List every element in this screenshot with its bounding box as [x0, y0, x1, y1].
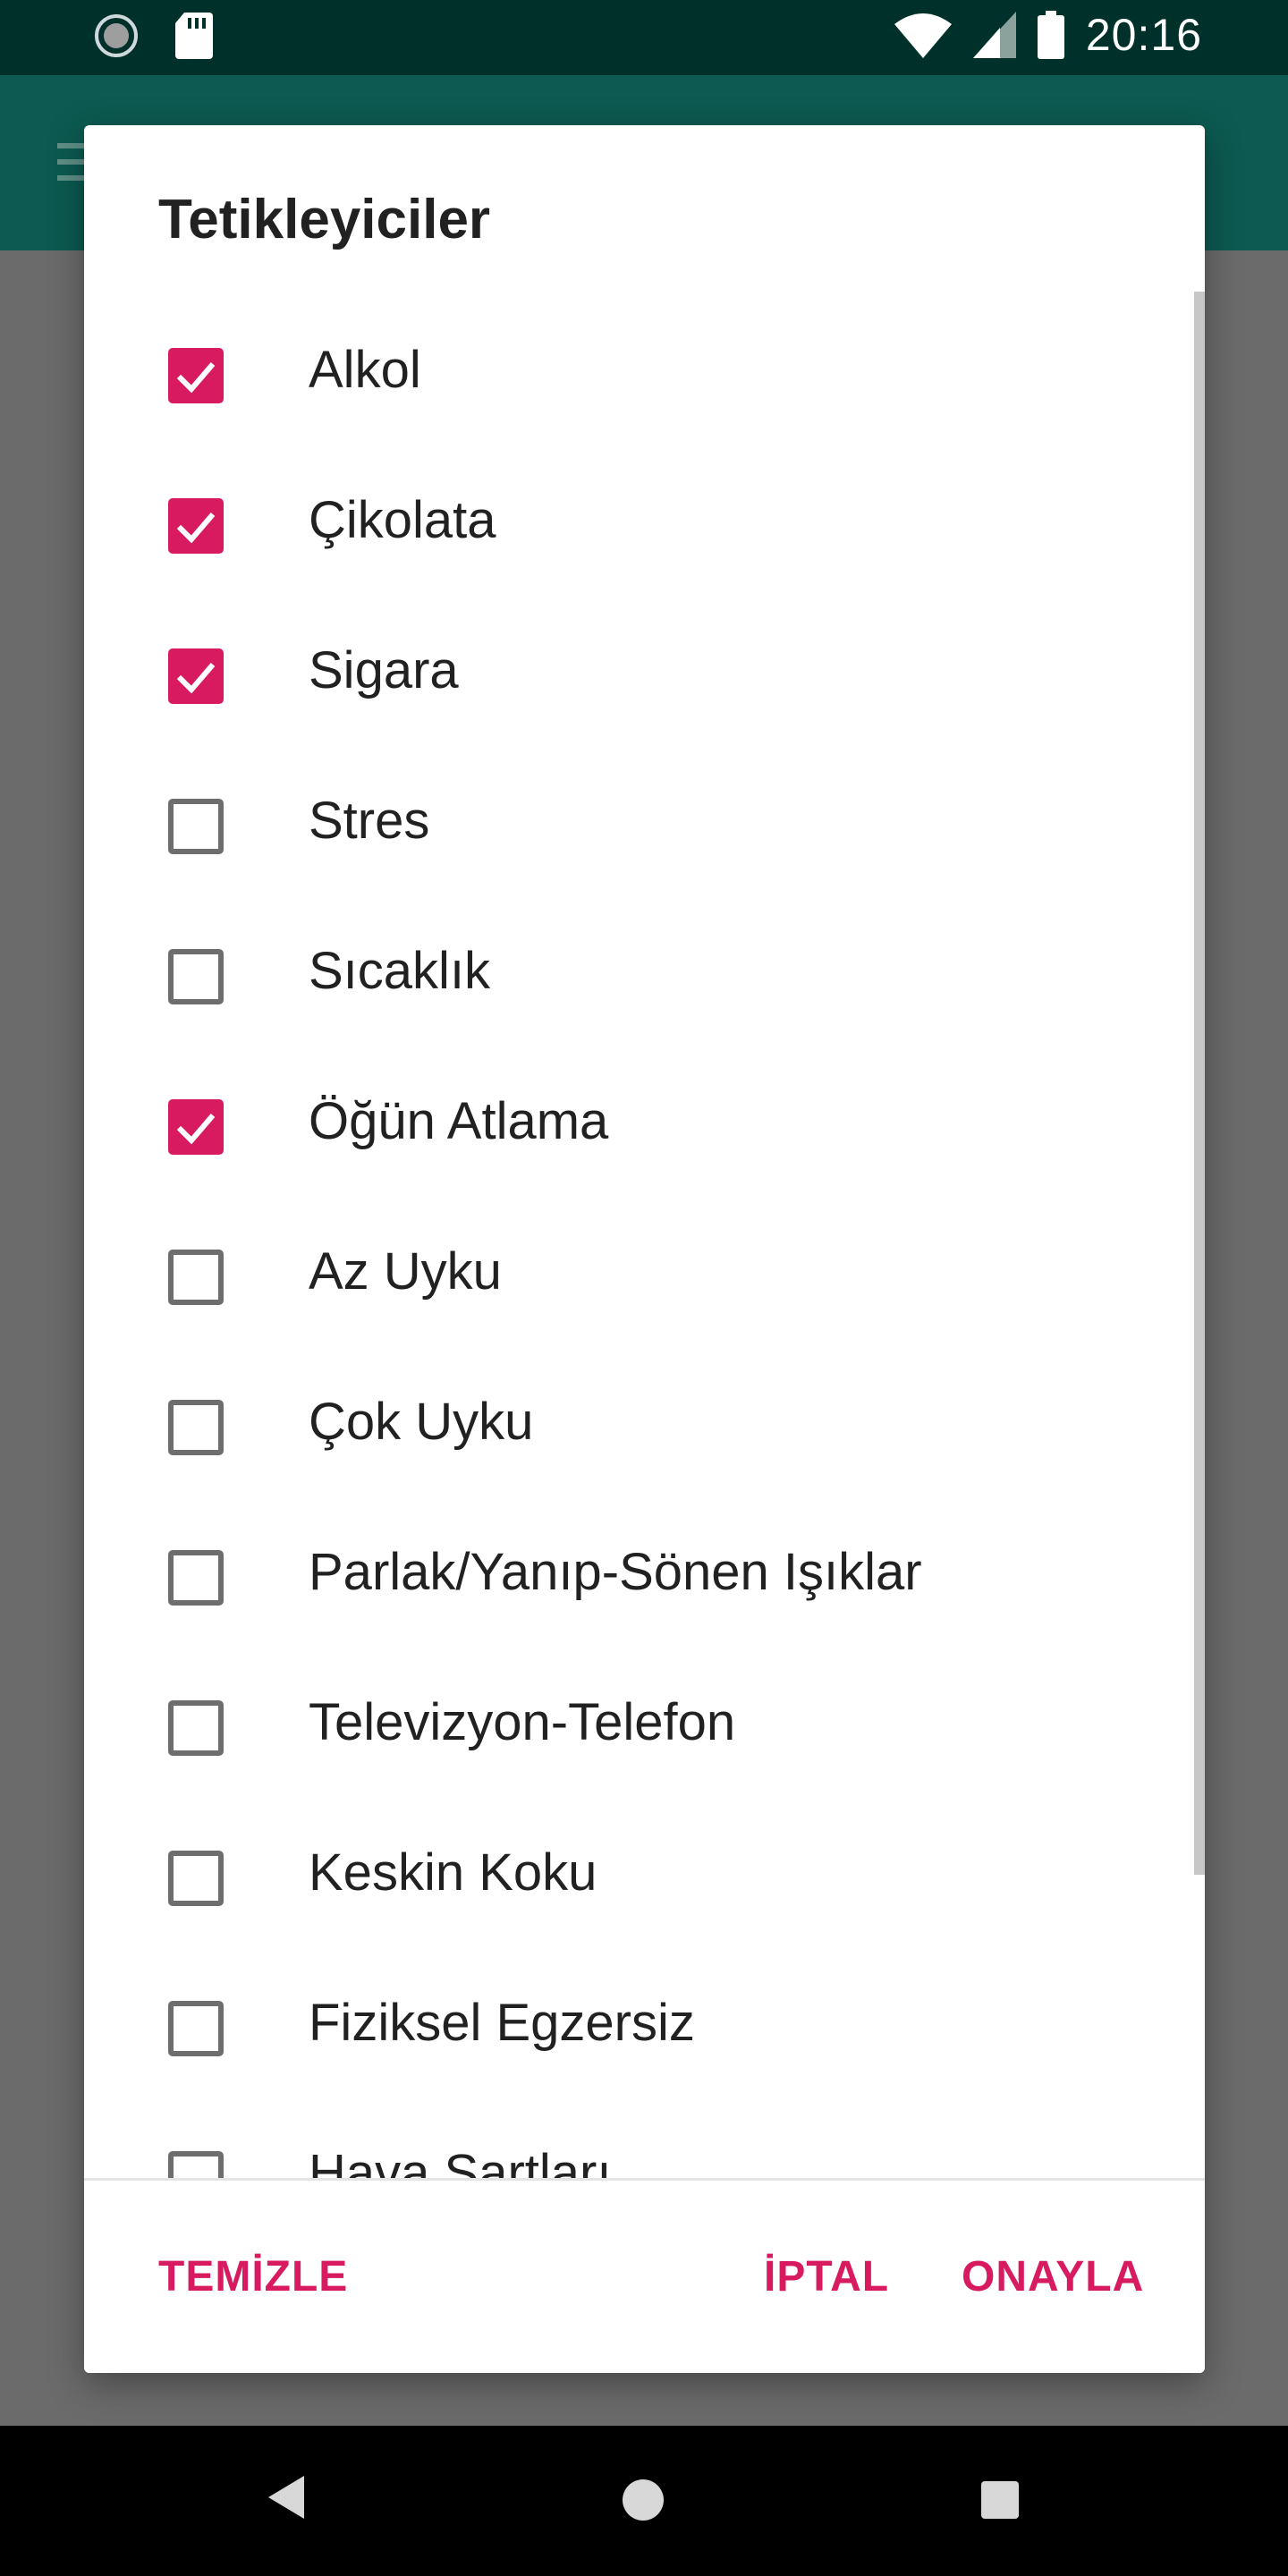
clear-button[interactable]: TEMİZLE [158, 2252, 348, 2301]
battery-icon [1037, 11, 1064, 59]
checkbox-checked[interactable] [168, 348, 224, 403]
list-item[interactable]: Fiziksel Egzersiz [84, 1953, 1205, 2104]
check-icon [176, 1114, 216, 1145]
list-item-label: Fiziksel Egzersiz [309, 1994, 695, 2052]
list-item[interactable]: Çok Uyku [84, 1352, 1205, 1503]
list-item-label: Stres [309, 792, 430, 850]
list-item-label: Sigara [309, 641, 459, 699]
signal-icon [972, 12, 1016, 58]
list-item[interactable]: Sıcaklık [84, 902, 1205, 1052]
confirm-button[interactable]: ONAYLA [962, 2252, 1144, 2301]
list-item-label: Alkol [309, 341, 421, 399]
list-item-label: Az Uyku [309, 1242, 502, 1301]
list-item-label: Televizyon-Telefon [309, 1693, 736, 1751]
checkbox-unchecked[interactable] [168, 1550, 224, 1606]
home-icon[interactable] [623, 2479, 664, 2521]
checkbox-unchecked[interactable] [168, 1700, 224, 1756]
sd-card-icon [175, 13, 213, 59]
status-right-icons: 20:16 [894, 9, 1202, 61]
status-left-icons [93, 13, 213, 59]
list-item-label: Çikolata [309, 491, 496, 549]
list-item[interactable]: Az Uyku [84, 1202, 1205, 1352]
scrollbar[interactable] [1194, 292, 1205, 1875]
list-item[interactable]: Keskin Koku [84, 1803, 1205, 1953]
list-item[interactable]: Öğün Atlama [84, 1052, 1205, 1202]
list-item-label: Parlak/Yanıp-Sönen Işıklar [309, 1543, 922, 1601]
checkbox-checked[interactable] [168, 498, 224, 554]
checkbox-unchecked[interactable] [168, 1400, 224, 1455]
list-item-label: Çok Uyku [309, 1393, 534, 1451]
checkbox-checked[interactable] [168, 648, 224, 704]
list-item-label: Sıcaklık [309, 942, 491, 1000]
checkbox-unchecked[interactable] [168, 2001, 224, 2056]
navigation-bar [0, 2426, 1288, 2576]
check-icon [176, 663, 216, 694]
checkbox-unchecked[interactable] [168, 1851, 224, 1906]
dialog-footer: TEMİZLE İPTAL ONAYLA [84, 2181, 1205, 2373]
checkbox-checked[interactable] [168, 1099, 224, 1155]
cancel-button[interactable]: İPTAL [764, 2252, 889, 2301]
triggers-dialog: Tetikleyiciler Alkol Çikolata Sigara Str… [84, 125, 1205, 2373]
list-item[interactable]: Alkol [84, 301, 1205, 451]
check-icon [176, 362, 216, 394]
list-item-label: Öğün Atlama [309, 1092, 609, 1150]
status-bar: 20:16 [0, 0, 1288, 75]
recents-icon[interactable] [981, 2481, 1019, 2519]
checkbox-unchecked[interactable] [168, 949, 224, 1004]
list-item[interactable]: Çikolata [84, 451, 1205, 601]
checkbox-unchecked[interactable] [168, 799, 224, 854]
sync-icon [95, 14, 138, 57]
list-item[interactable]: Stres [84, 751, 1205, 902]
check-icon [176, 513, 216, 544]
dialog-title: Tetikleyiciler [158, 189, 491, 250]
list-item[interactable]: Parlak/Yanıp-Sönen Işıklar [84, 1503, 1205, 1653]
status-clock: 20:16 [1085, 10, 1202, 60]
list-item-label: Keskin Koku [309, 1843, 597, 1902]
checkbox-unchecked[interactable] [168, 1250, 224, 1305]
back-icon[interactable] [265, 2472, 308, 2522]
wifi-icon [894, 13, 952, 58]
trigger-list[interactable]: Alkol Çikolata Sigara Stres Sıcaklık Öğü… [84, 301, 1205, 2304]
list-item[interactable]: Sigara [84, 601, 1205, 751]
list-item[interactable]: Televizyon-Telefon [84, 1653, 1205, 1803]
